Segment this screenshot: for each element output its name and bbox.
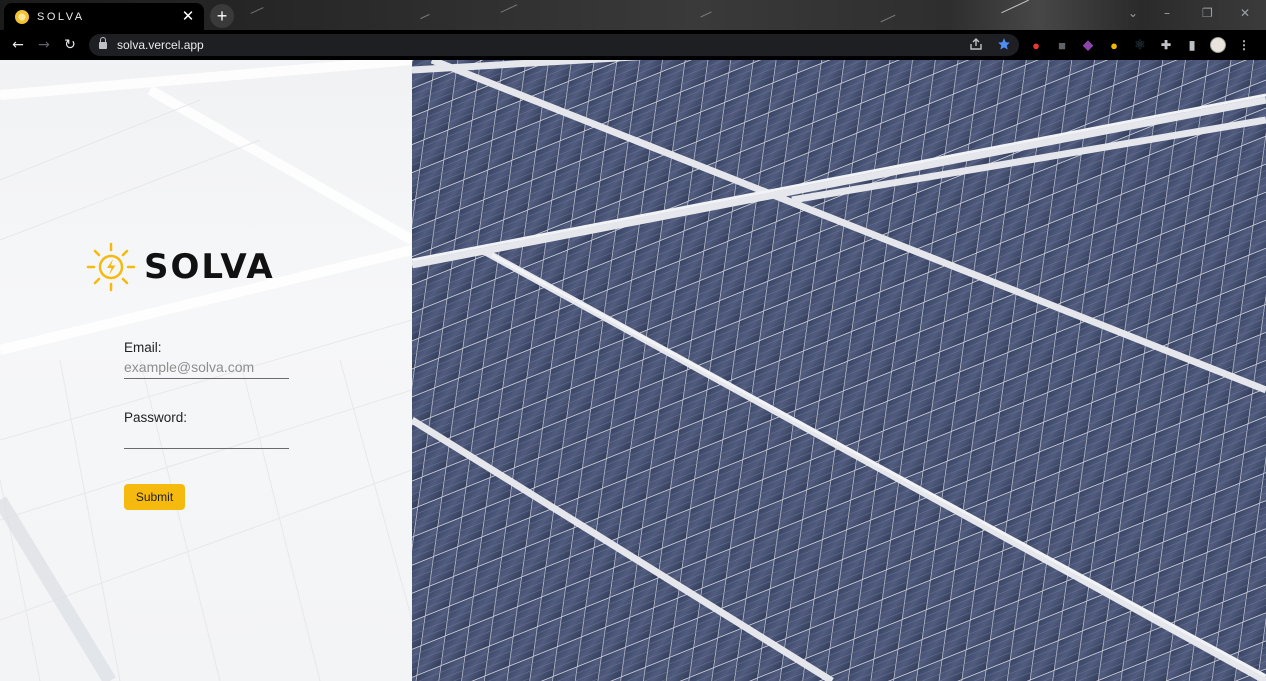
solar-panels-photo bbox=[412, 60, 1266, 681]
side-panel-icon[interactable]: ▮ bbox=[1184, 37, 1200, 53]
puzzle-extensions-icon[interactable]: ✚ bbox=[1158, 37, 1174, 53]
password-field[interactable] bbox=[124, 425, 289, 449]
bookmark-star-icon[interactable] bbox=[997, 37, 1011, 51]
react-devtools-icon[interactable]: ⚛ bbox=[1132, 37, 1148, 53]
restore-button[interactable]: ❐ bbox=[1202, 6, 1213, 20]
page-content: SOLVA Email: Password: Submit bbox=[0, 60, 1266, 681]
tab-title: SOLVA bbox=[37, 10, 85, 23]
forward-button[interactable]: → bbox=[31, 37, 57, 53]
sun-bolt-icon bbox=[86, 242, 136, 292]
kebab-menu-icon[interactable]: ⋮ bbox=[1236, 37, 1252, 53]
tab-search-icon[interactable]: ⌄ bbox=[1128, 6, 1138, 20]
sun-favicon-icon bbox=[15, 9, 29, 24]
gradient-extension-icon[interactable]: ◆ bbox=[1080, 37, 1096, 53]
lock-icon[interactable] bbox=[99, 36, 107, 50]
profile-avatar[interactable] bbox=[1210, 37, 1226, 53]
window-close-button[interactable]: ✕ bbox=[1240, 6, 1250, 20]
extension-icon[interactable]: ■ bbox=[1054, 37, 1070, 53]
solar-panels-image bbox=[412, 60, 1266, 681]
minimize-button[interactable]: – bbox=[1164, 6, 1170, 20]
solva-logo: SOLVA bbox=[86, 242, 275, 292]
back-button[interactable]: ← bbox=[5, 37, 31, 53]
url-text[interactable]: solva.vercel.app bbox=[117, 38, 204, 52]
tab-close-icon[interactable]: ✕ bbox=[180, 9, 196, 24]
email-field[interactable] bbox=[124, 355, 289, 379]
email-label: Email: bbox=[124, 340, 162, 355]
login-panel: SOLVA Email: Password: Submit bbox=[0, 60, 412, 681]
adblock-icon[interactable]: ● bbox=[1028, 37, 1044, 53]
login-form: Email: Password: Submit bbox=[124, 340, 294, 510]
submit-button[interactable]: Submit bbox=[124, 484, 185, 510]
chrome-icon[interactable]: ● bbox=[1106, 37, 1122, 53]
password-label: Password: bbox=[124, 410, 188, 425]
new-tab-button[interactable]: + bbox=[210, 4, 234, 28]
share-icon[interactable] bbox=[969, 37, 983, 51]
browser-tab[interactable]: SOLVA ✕ bbox=[4, 3, 204, 30]
address-bar[interactable]: solva.vercel.app bbox=[89, 34, 1019, 56]
brand-name: SOLVA bbox=[144, 247, 275, 287]
tab-strip: SOLVA ✕ + ⌄ – ❐ ✕ bbox=[0, 0, 1266, 30]
browser-toolbar: ← → ↻ solva.vercel.app ● ■ ◆ ● ⚛ ✚ ▮ ⋮ bbox=[0, 30, 1266, 60]
extensions-bar: ● ■ ◆ ● ⚛ ✚ ▮ ⋮ bbox=[1028, 37, 1252, 53]
reload-button[interactable]: ↻ bbox=[57, 37, 83, 53]
